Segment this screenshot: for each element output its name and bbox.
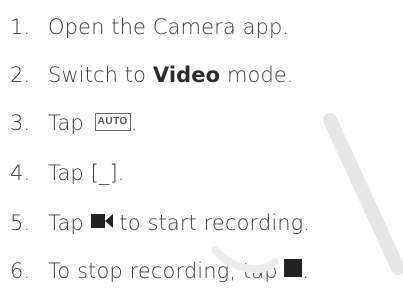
step-text-end: to start recording. [112, 211, 311, 235]
step-text: Switch to [48, 63, 153, 87]
step-text-end: . [130, 111, 138, 135]
step-1: 1. Open the Camera app. [10, 7, 289, 47]
step-6: 6. To stop recording, tap . [10, 251, 309, 291]
video-mode-label: Video [152, 63, 221, 87]
step-5: 5. Tap to start recording. [10, 203, 310, 243]
step-text-end: . [302, 259, 310, 283]
auto-icon: AUTO [94, 113, 131, 131]
step-4: 4. Tap [_]. [10, 153, 125, 193]
step-number: 4. [10, 161, 31, 185]
step-number: 1. [10, 15, 31, 39]
step-text: Tap [_]. [48, 161, 125, 185]
step-number: 2. [10, 63, 31, 87]
step-text: Tap [48, 211, 91, 235]
step-text: Tap [48, 111, 91, 135]
stop-square-icon [284, 250, 303, 290]
video-camera-icon [90, 202, 113, 242]
step-text: Open the Camera app. [48, 15, 290, 39]
step-2: 2. Switch to Video mode. [10, 55, 294, 95]
step-number: 3. [10, 111, 31, 135]
step-text-end: mode. [220, 63, 294, 87]
step-number: 6. [10, 259, 31, 283]
step-number: 5. [10, 211, 31, 235]
step-text: To stop recording, tap [48, 259, 285, 283]
step-3: 3. Tap AUTO. [10, 103, 138, 143]
